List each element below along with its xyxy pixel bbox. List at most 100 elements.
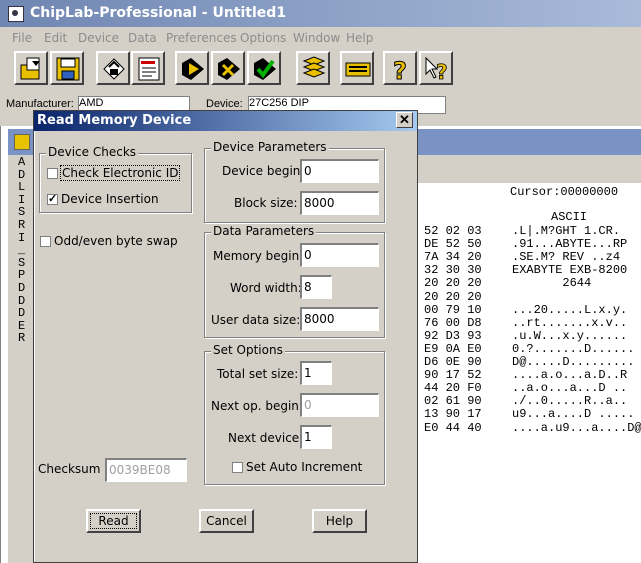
memory-begin-input[interactable]: 0	[300, 243, 379, 267]
menu-bar: File Edit Device Data Preferences Option…	[0, 28, 641, 48]
checksum-field: 0039BE08	[105, 458, 187, 482]
user-data-size-label: User data size:	[211, 313, 301, 327]
ascii-row: .91...ABYTE...RP	[512, 237, 628, 252]
cancel-button[interactable]: Cancel	[199, 509, 254, 533]
odd-even-swap-label[interactable]: Odd/even byte swap	[54, 234, 178, 248]
check-electronic-id-checkbox[interactable]	[47, 168, 58, 179]
hex-row: 02 61 90	[424, 394, 482, 409]
left-letter: D	[18, 280, 26, 295]
block-size-label: Block size:	[234, 196, 298, 210]
hex-row: 20 20 20	[424, 289, 482, 304]
check-electronic-id-label[interactable]: Check Electronic ID	[59, 165, 181, 181]
ascii-row: EXABYTE EXB-8200	[512, 263, 628, 278]
next-op-begin-label: Next op. begin:	[211, 399, 303, 413]
ascii-row: ....a.u9...a....D@	[512, 420, 641, 435]
device-begin-input[interactable]: 0	[300, 159, 379, 183]
odd-even-swap-checkbox[interactable]	[40, 236, 51, 247]
ascii-row: ..rt.......x.v..	[512, 315, 628, 330]
device-label: Device:	[206, 98, 243, 110]
save-button[interactable]	[50, 51, 84, 85]
device-insertion-label[interactable]: Device Insertion	[61, 192, 159, 206]
context-help-button[interactable]: ?	[419, 51, 453, 85]
total-set-size-input[interactable]: 1	[300, 361, 332, 385]
left-letter: R	[18, 331, 26, 346]
hex-row: 52 02 03	[424, 224, 482, 238]
set-auto-increment-label[interactable]: Set Auto Increment	[246, 460, 362, 474]
word-width-input[interactable]: 8	[300, 275, 332, 299]
layers-button[interactable]	[296, 51, 330, 85]
menu-window[interactable]: Window	[293, 31, 340, 45]
menu-data[interactable]: Data	[128, 31, 157, 45]
read-button[interactable]: Read	[86, 509, 141, 533]
user-data-size-input[interactable]: 8000	[300, 307, 379, 331]
device-checks-title: Device Checks	[46, 145, 139, 159]
left-letter: D	[18, 306, 26, 321]
open-icon	[20, 57, 40, 80]
set-auto-increment-checkbox[interactable]	[232, 462, 243, 473]
device-insertion-checkbox[interactable]	[47, 192, 58, 205]
checksum-label: Checksum	[38, 462, 101, 476]
note-button[interactable]	[131, 51, 165, 85]
menu-help[interactable]: Help	[346, 31, 373, 45]
read-device-icon	[103, 58, 125, 80]
cursor-readout: Cursor:00000000	[510, 185, 619, 199]
app-icon[interactable]	[8, 6, 24, 22]
menu-preferences[interactable]: Preferences	[166, 31, 237, 45]
keyboard-button[interactable]	[340, 51, 374, 85]
hex-row: 7A 34 20	[424, 250, 482, 265]
program-button[interactable]	[175, 51, 209, 85]
ascii-row: .SE.M? REV ..z4	[512, 250, 621, 265]
ascii-header: ASCII	[551, 210, 588, 224]
ascii-row: ./..0.....R..a..	[512, 394, 628, 409]
hex-panel-header	[418, 155, 641, 183]
memory-begin-label: Memory begin:	[213, 249, 304, 263]
note-icon	[138, 57, 160, 81]
help-dialog-button[interactable]: Help	[312, 509, 367, 533]
menu-device[interactable]: Device	[78, 31, 119, 45]
hex-row: 32 30 30	[424, 263, 482, 278]
ascii-row: u9...a....D .....	[512, 407, 635, 422]
hex-row: 00 79 10	[424, 302, 482, 317]
left-letter-column: A D L I S R I _ S P D D D E R	[18, 156, 28, 345]
ascii-row: .L|.M?GHT 1.CR.	[512, 224, 621, 238]
dialog-title: Read Memory Device	[37, 113, 192, 128]
read-device-button[interactable]	[96, 51, 130, 85]
hex-row: 76 00 D8	[424, 315, 482, 330]
left-letter: _	[18, 243, 26, 258]
left-letter: L	[18, 180, 26, 195]
blank-check-button[interactable]	[247, 51, 281, 85]
layers-icon	[14, 134, 30, 150]
hex-row: 44 20 F0	[424, 381, 482, 396]
hex-row: E9 0A E0	[424, 341, 482, 356]
menu-file[interactable]: File	[12, 31, 32, 45]
manufacturer-label: Manufacturer:	[6, 98, 74, 110]
dialog-close-button[interactable]: ✕	[396, 112, 413, 128]
next-device-label: Next device:	[228, 431, 304, 445]
hex-row: 90 17 52	[424, 368, 482, 383]
hex-row: 13 90 17	[424, 407, 482, 422]
data-parameters-title: Data Parameters	[211, 224, 317, 238]
save-icon	[56, 57, 80, 81]
ascii-row: ...20.....L.x.y.	[512, 302, 628, 317]
help-button[interactable]: ?	[383, 51, 417, 85]
ascii-row: 0.?.......D......	[512, 341, 635, 356]
verify-button[interactable]	[211, 51, 245, 85]
hex-row: 92 D3 93	[424, 328, 482, 343]
ascii-row: D@.....D.........	[512, 355, 635, 369]
hex-row: D6 0E 90	[424, 355, 482, 369]
ascii-row: ..a.o...a...D ..	[512, 381, 628, 396]
open-button[interactable]	[14, 51, 48, 85]
verify-icon	[218, 58, 240, 80]
hex-row: E0 44 40	[424, 420, 482, 435]
menu-edit[interactable]: Edit	[44, 31, 67, 45]
next-device-input[interactable]: 1	[300, 425, 332, 449]
total-set-size-label: Total set size:	[217, 367, 299, 381]
block-size-input[interactable]: 8000	[300, 191, 379, 215]
ascii-row: ....a.o...a.D..R	[512, 368, 628, 383]
device-parameters-title: Device Parameters	[211, 140, 329, 154]
ascii-row: .u.W...x.y......	[512, 328, 628, 343]
program-icon	[182, 58, 204, 80]
menu-options[interactable]: Options	[240, 31, 286, 45]
word-width-label: Word width:	[230, 281, 302, 295]
blank-check-icon	[254, 58, 276, 80]
